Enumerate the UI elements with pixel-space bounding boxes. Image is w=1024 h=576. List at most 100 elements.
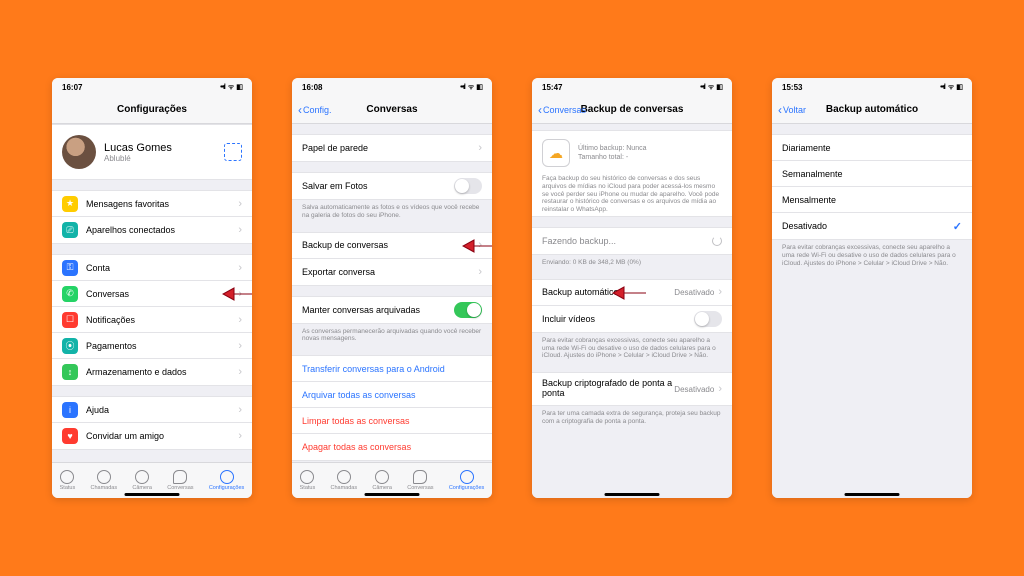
status-bar: 16:07 ••ılᯤ▮▯ (52, 78, 252, 96)
backup-progress: Fazendo backup... (532, 228, 732, 254)
gear-icon (220, 470, 234, 484)
status-bar: 15:47 ••ılᯤ▮▯ (532, 78, 732, 96)
chevron-right-icon: › (238, 262, 242, 274)
chevron-right-icon: › (238, 314, 242, 326)
tab-status[interactable]: Status (300, 470, 316, 491)
qr-icon[interactable] (224, 143, 242, 161)
status-bar: 16:08 ••ılᯤ▮▯ (292, 78, 492, 96)
page-title: Backup automático (826, 104, 918, 115)
camera-icon (375, 470, 389, 484)
profile-cell[interactable]: Lucas Gomes Ablublé (52, 125, 252, 179)
clock: 15:47 (542, 83, 562, 92)
chat-backup[interactable]: Backup de conversas› (292, 233, 492, 259)
keep-archived[interactable]: Manter conversas arquivadas (292, 297, 492, 323)
toggle-include-videos[interactable] (694, 311, 722, 327)
tab-settings[interactable]: Configurações (209, 470, 244, 491)
spinner-icon (712, 236, 722, 246)
page-title: Backup de conversas (581, 104, 684, 115)
e2e-backup[interactable]: Backup criptografado de ponta a pontaDes… (532, 373, 732, 405)
account[interactable]: ⚿Conta› (52, 255, 252, 281)
help[interactable]: iAjuda› (52, 397, 252, 423)
phone-icon (337, 470, 351, 484)
option-weekly[interactable]: Semanalmente (772, 161, 972, 187)
toggle-keep-archived[interactable] (454, 302, 482, 318)
chevron-right-icon: › (238, 404, 242, 416)
content: ☁ Último backup: Nunca Tamanho total: - … (532, 124, 732, 498)
backup-sending: Enviando: 0 KB de 348,2 MB (0%) (532, 255, 732, 269)
nav-bar: ‹Config. Conversas (292, 96, 492, 124)
key-icon: ⚿ (62, 260, 78, 276)
back-button[interactable]: ‹Config. (298, 104, 332, 116)
tab-calls[interactable]: Chamadas (91, 470, 118, 491)
transfer-android[interactable]: Transferir conversas para o Android (292, 356, 492, 382)
chevron-right-icon: › (718, 383, 722, 395)
clear-all[interactable]: Limpar todas as conversas (292, 408, 492, 434)
status-indicators: ••ılᯤ▮▯ (940, 83, 962, 92)
notifications[interactable]: ☐Notificações› (52, 307, 252, 333)
nav-bar: ‹Conversas Backup de conversas (532, 96, 732, 124)
home-indicator (845, 493, 900, 496)
option-daily[interactable]: Diariamente (772, 135, 972, 161)
clock: 16:07 (62, 83, 82, 92)
page-title: Configurações (117, 104, 187, 115)
chevron-right-icon: › (238, 288, 242, 300)
wallpaper[interactable]: Papel de parede› (292, 135, 492, 161)
back-button[interactable]: ‹Voltar (778, 104, 806, 116)
keep-archived-note: As conversas permanecerão arquivadas qua… (292, 324, 492, 346)
chevron-left-icon: ‹ (538, 104, 542, 116)
chevron-right-icon: › (718, 286, 722, 298)
auto-backup[interactable]: Backup automáticoDesativado› (532, 280, 732, 306)
archive-all[interactable]: Arquivar todas as conversas (292, 382, 492, 408)
tab-camera[interactable]: Câmera (372, 470, 392, 491)
home-indicator (125, 493, 180, 496)
chevron-right-icon: › (478, 239, 482, 251)
bell-icon: ☐ (62, 312, 78, 328)
chats[interactable]: ✆Conversas› (52, 281, 252, 307)
nav-bar: ‹Voltar Backup automático (772, 96, 972, 124)
content: Diariamente Semanalmente Mensalmente Des… (772, 124, 972, 498)
gear-icon (460, 470, 474, 484)
export-chat[interactable]: Exportar conversa› (292, 259, 492, 285)
delete-all[interactable]: Apagar todas as conversas (292, 434, 492, 460)
payments[interactable]: ⦿Pagamentos› (52, 333, 252, 359)
screen-auto-backup: 15:53 ••ılᯤ▮▯ ‹Voltar Backup automático … (772, 78, 972, 498)
save-photos-note: Salva automaticamente as fotos e os víde… (292, 200, 492, 222)
starred-messages[interactable]: ★Mensagens favoritas› (52, 191, 252, 217)
status-icon (300, 470, 314, 484)
chat-icon (413, 470, 427, 484)
content: Papel de parede› Salvar em Fotos Salva a… (292, 124, 492, 462)
option-monthly[interactable]: Mensalmente (772, 187, 972, 213)
screen-chat-backup: 15:47 ••ılᯤ▮▯ ‹Conversas Backup de conve… (532, 78, 732, 498)
chevron-right-icon: › (478, 142, 482, 154)
invite[interactable]: ♥Convidar um amigo› (52, 423, 252, 449)
back-button[interactable]: ‹Conversas (538, 104, 586, 116)
toggle-save-photos[interactable] (454, 178, 482, 194)
clock: 15:53 (782, 83, 802, 92)
tab-calls[interactable]: Chamadas (331, 470, 358, 491)
info-icon: i (62, 402, 78, 418)
storage[interactable]: ↕Armazenamento e dados› (52, 359, 252, 385)
chevron-left-icon: ‹ (298, 104, 302, 116)
chat-icon (173, 470, 187, 484)
whatsapp-icon: ✆ (62, 286, 78, 302)
option-off[interactable]: Desativado✓ (772, 213, 972, 239)
chevron-right-icon: › (238, 340, 242, 352)
tab-settings[interactable]: Configurações (449, 470, 484, 491)
chevron-right-icon: › (238, 224, 242, 236)
status-icon (60, 470, 74, 484)
tab-status[interactable]: Status (60, 470, 76, 491)
phone-icon (97, 470, 111, 484)
profile-name: Lucas Gomes (104, 142, 216, 154)
include-videos[interactable]: Incluir vídeos (532, 306, 732, 332)
page-title: Conversas (366, 104, 417, 115)
save-photos[interactable]: Salvar em Fotos (292, 173, 492, 199)
linked-devices[interactable]: ⎚Aparelhos conectados› (52, 217, 252, 243)
nav-bar: Configurações (52, 96, 252, 124)
tab-chats[interactable]: Conversas (167, 470, 193, 491)
chevron-right-icon: › (238, 366, 242, 378)
home-indicator (605, 493, 660, 496)
tab-chats[interactable]: Conversas (407, 470, 433, 491)
tab-camera[interactable]: Câmera (132, 470, 152, 491)
heart-icon: ♥ (62, 428, 78, 444)
avatar (62, 135, 96, 169)
